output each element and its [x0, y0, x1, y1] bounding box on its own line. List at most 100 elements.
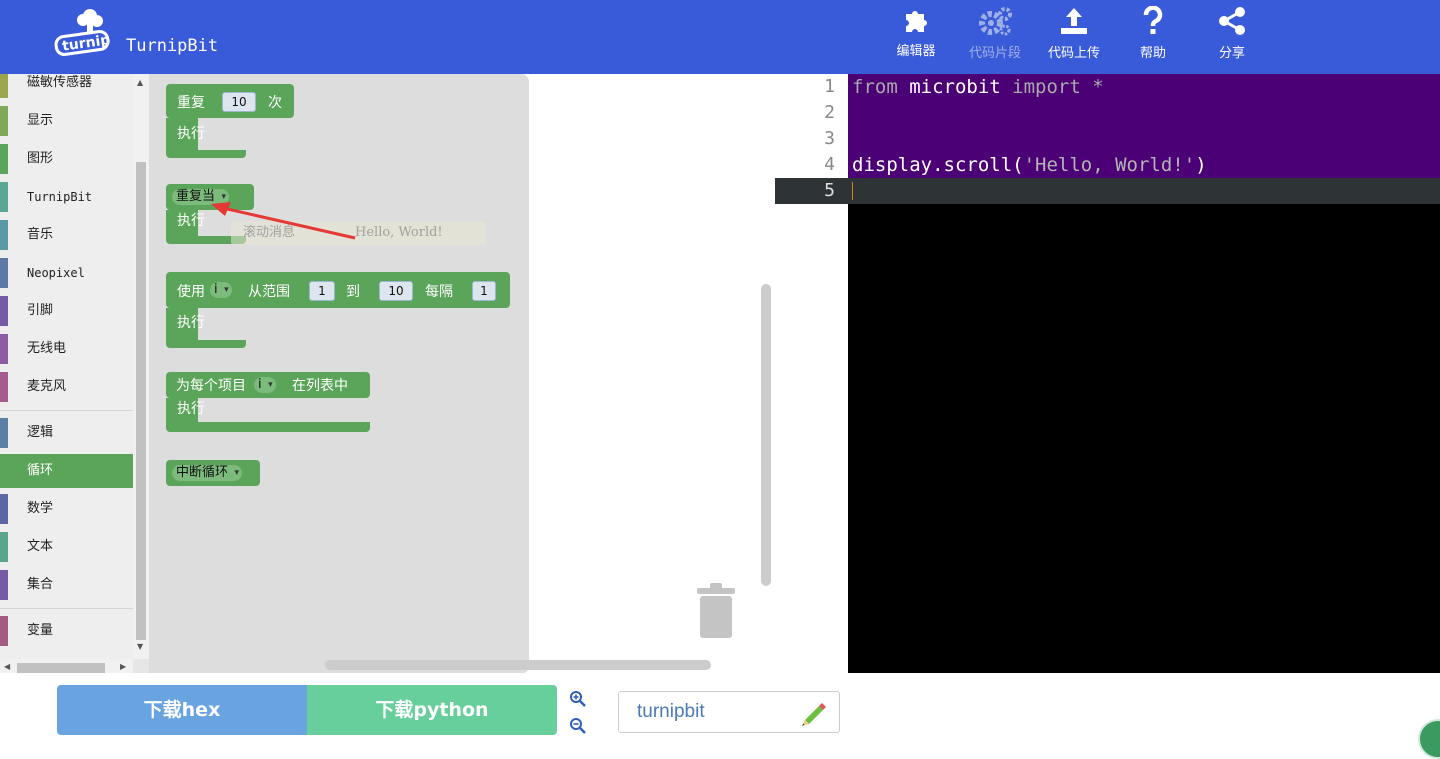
block-label: 为每个项目	[176, 378, 246, 394]
line-number: 4	[824, 154, 835, 175]
puzzle-icon	[906, 11, 927, 32]
workspace-vscrollbar[interactable]	[761, 284, 771, 586]
category-color-bar	[0, 258, 8, 288]
nav-upload[interactable]: 代码上传	[1037, 6, 1111, 70]
category-label: 图形	[27, 151, 54, 166]
sidebar-hscrollbar-thumb[interactable]	[17, 663, 105, 673]
category-label: 文本	[27, 539, 54, 554]
break-mode-dropdown[interactable]: 中断循环	[172, 465, 243, 481]
category-label: 变量	[27, 623, 54, 638]
download-hex-button[interactable]: 下载hex	[57, 685, 307, 735]
sidebar-scrollbar-thumb[interactable]	[136, 162, 146, 640]
category-separator	[0, 410, 133, 411]
category-loops[interactable]: 循环	[0, 454, 133, 488]
repeat-times-block[interactable]: 重复 10 次	[166, 84, 294, 118]
loop-var-dropdown[interactable]: i	[210, 282, 232, 298]
category-logic[interactable]: 逻辑	[0, 416, 133, 450]
workspace-hscrollbar[interactable]	[325, 660, 711, 670]
category-graphics[interactable]: 图形	[0, 142, 133, 176]
category-separator	[0, 608, 133, 609]
category-color-bar	[0, 570, 8, 600]
nav-editor[interactable]: 编辑器	[879, 6, 953, 70]
category-color-bar	[0, 372, 8, 402]
category-neopixel[interactable]: Neopixel	[0, 256, 133, 290]
sidebar-hscrollbar[interactable]: ◀ ▶	[0, 659, 133, 674]
nav-upload-label: 代码上传	[1047, 46, 1100, 61]
range-to-input[interactable]: 10	[379, 281, 413, 301]
category-color-bar	[0, 106, 8, 136]
block-label: 使用	[177, 284, 205, 300]
share-icon	[1219, 7, 1245, 35]
trash-icon[interactable]	[695, 582, 737, 640]
code-module: microbit	[897, 76, 1013, 98]
category-pins[interactable]: 引脚	[0, 294, 133, 328]
nav-help-label: 帮助	[1139, 46, 1166, 61]
download-python-button[interactable]: 下载python	[307, 685, 557, 735]
repeat-count-input[interactable]: 10	[222, 92, 256, 112]
question-icon	[1143, 6, 1163, 34]
repeat-bottom	[166, 150, 246, 158]
category-variables[interactable]: 变量	[0, 614, 133, 648]
foreach-var-dropdown[interactable]: i	[254, 377, 276, 393]
pencil-icon[interactable]	[799, 698, 829, 728]
upload-icon	[1061, 8, 1087, 34]
code-symbol: *	[1080, 76, 1104, 98]
category-label: 循环	[27, 463, 54, 478]
red-arrow-annotation	[211, 202, 356, 240]
block-label: 执行	[177, 213, 205, 229]
category-label: 无线电	[27, 341, 67, 356]
line-number-gutter: 1 2 3 4 5	[775, 74, 848, 673]
blocks-workspace[interactable]: 重复 10 次 执行 重复当 执行 滚动消息 Hello, World! 使用 …	[149, 74, 776, 674]
block-label: 到	[346, 284, 360, 300]
scroll-right-arrow-icon[interactable]: ▶	[120, 662, 126, 671]
nav-editor-label: 编辑器	[896, 44, 936, 59]
category-display[interactable]: 显示	[0, 104, 133, 138]
for-range-bottom	[166, 340, 246, 348]
block-label: 执行	[177, 126, 205, 142]
scroll-down-arrow-icon[interactable]: ▼	[137, 642, 143, 651]
category-radio[interactable]: 无线电	[0, 332, 133, 366]
category-color-bar	[0, 456, 8, 486]
block-label: 重复	[177, 95, 205, 111]
category-turnipbit[interactable]: TurnipBit	[0, 180, 133, 214]
category-label: 逻辑	[27, 425, 54, 440]
python-code-editor[interactable]: 1 2 3 4 5 from microbit import * display…	[775, 74, 1440, 673]
code-line[interactable]: display.scroll('Hello, World!')	[852, 152, 1207, 178]
top-header: turnip TurnipBit 编辑器 代码片段 代码上传 帮助 分享	[0, 0, 1440, 74]
nav-share-label: 分享	[1218, 46, 1245, 61]
nav-snippets[interactable]: 代码片段	[958, 6, 1032, 70]
scroll-up-arrow-icon[interactable]: ▲	[137, 78, 143, 87]
range-from-input[interactable]: 1	[309, 281, 335, 301]
for-each-block[interactable]: 为每个项目 i 在列表中	[166, 372, 370, 398]
category-color-bar	[0, 182, 8, 212]
nav-share[interactable]: 分享	[1195, 6, 1269, 70]
code-line[interactable]: from microbit import *	[852, 74, 1104, 100]
category-math[interactable]: 数学	[0, 492, 133, 526]
zoom-out-icon[interactable]	[569, 717, 587, 735]
category-label: 数学	[27, 501, 54, 516]
category-text[interactable]: 文本	[0, 530, 133, 564]
project-name-input[interactable]	[637, 700, 787, 724]
block-label: 每隔	[425, 284, 453, 300]
category-color-bar	[0, 144, 8, 174]
code-keyword: import	[1012, 76, 1081, 98]
category-microphone[interactable]: 麦克风	[0, 370, 133, 404]
range-step-input[interactable]: 1	[472, 281, 496, 301]
category-music[interactable]: 音乐	[0, 218, 133, 252]
for-range-block[interactable]: 使用 i 从范围 1 到 10 每隔 1	[166, 272, 510, 308]
for-each-bottom	[166, 422, 370, 432]
category-lists[interactable]: 集合	[0, 568, 133, 602]
category-label: 麦克风	[27, 379, 67, 394]
category-color-bar	[0, 74, 8, 98]
nav-help[interactable]: 帮助	[1116, 6, 1190, 70]
line-number: 3	[824, 128, 835, 149]
project-name-box	[618, 691, 840, 733]
scroll-left-arrow-icon[interactable]: ◀	[4, 662, 10, 671]
zoom-in-icon[interactable]	[569, 690, 587, 708]
block-label: 执行	[177, 401, 205, 417]
category-label: 集合	[27, 577, 54, 592]
category-magnetometer[interactable]: 磁敏传感器	[0, 74, 133, 100]
break-loop-block[interactable]: 中断循环	[166, 460, 260, 486]
category-color-bar	[0, 494, 8, 524]
for-range-do-arm: 执行	[166, 308, 205, 344]
